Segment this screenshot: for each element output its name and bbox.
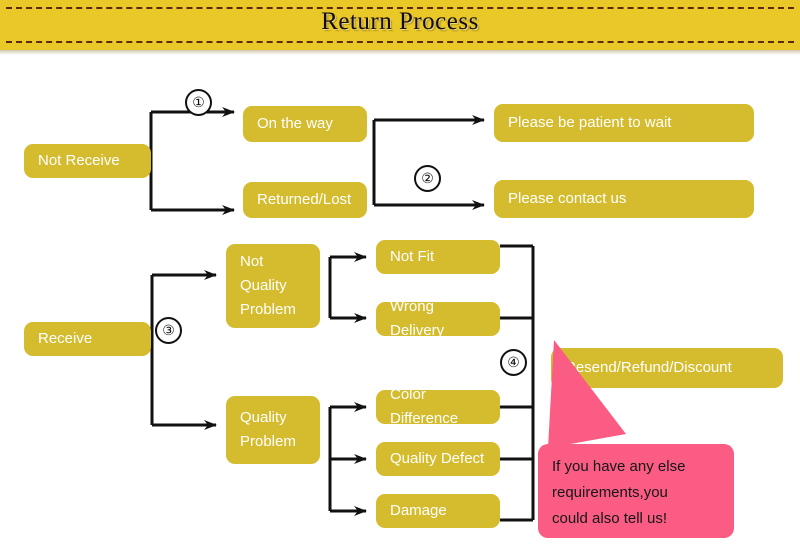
page-title: Return Process: [321, 8, 479, 35]
node-not-fit[interactable]: Not Fit: [376, 240, 500, 274]
step-marker-3: ③: [155, 317, 182, 344]
step-marker-2: ②: [414, 165, 441, 192]
node-wrong-delivery[interactable]: Wrong Delivery: [376, 298, 500, 339]
node-color-difference[interactable]: Color Difference: [376, 386, 500, 427]
node-on-the-way[interactable]: On the way: [243, 106, 367, 142]
callout-tail-icon: [548, 340, 626, 448]
node-quality-defect[interactable]: Quality Defect: [376, 442, 500, 476]
stitch-line-bottom: [6, 41, 794, 43]
step-marker-4: ④: [500, 349, 527, 376]
callout-bubble: If you have any else requirements,you co…: [538, 444, 734, 538]
node-quality-problem[interactable]: Quality Problem: [226, 396, 320, 464]
step-marker-1: ①: [185, 89, 212, 116]
node-returned-lost[interactable]: Returned/Lost: [243, 182, 367, 218]
node-damage[interactable]: Damage: [376, 494, 500, 528]
node-receive[interactable]: Receive: [24, 322, 151, 356]
return-process-flowchart: Not Receive On the way Returned/Lost Ple…: [0, 50, 800, 556]
node-please-contact-us[interactable]: Please contact us: [494, 180, 754, 218]
header-banner: Return Process: [0, 0, 800, 55]
node-not-quality-problem[interactable]: Not Quality Problem: [226, 244, 320, 328]
node-please-be-patient[interactable]: Please be patient to wait: [494, 104, 754, 142]
node-not-receive[interactable]: Not Receive: [24, 144, 151, 178]
